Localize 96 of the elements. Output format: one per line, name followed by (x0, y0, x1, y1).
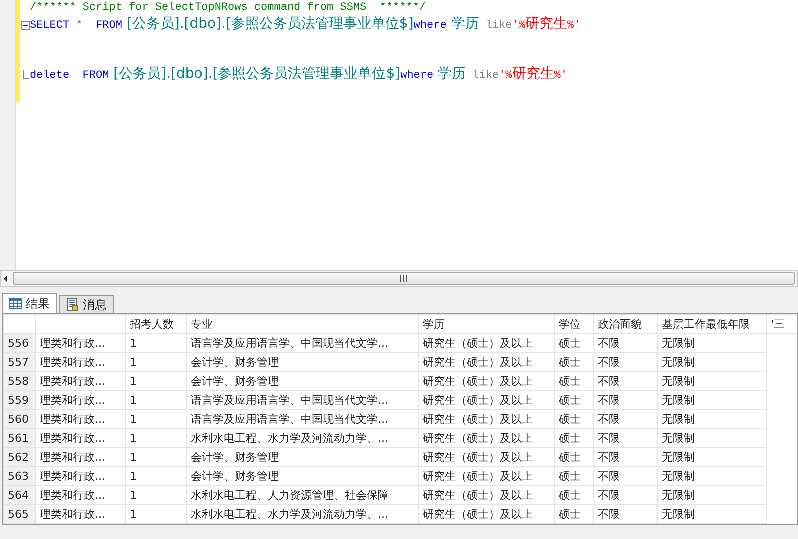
table-cell: 不限 (594, 410, 658, 428)
table-cell: 理类和行政... (36, 428, 126, 448)
table-cell: 硕士 (554, 486, 594, 504)
table-cell: 不限 (594, 504, 658, 524)
table-cell: 研究生（硕士）及以上 (418, 428, 554, 448)
table-cell: 研究生（硕士）及以上 (418, 448, 554, 466)
table-cell: 不限 (594, 390, 658, 410)
table-cell: 水利水电工程、水力学及河流动力学、... (186, 504, 418, 524)
row-number[interactable]: 561 (4, 428, 36, 448)
table-cell: 硕士 (554, 466, 594, 486)
table-cell: 水利水电工程、水力学及河流动力学、... (186, 428, 418, 448)
table-cell: 硕士 (554, 334, 594, 352)
table-cell: 研究生（硕士）及以上 (418, 504, 554, 524)
table-cell: 硕士 (554, 410, 594, 428)
result-tab[interactable]: 消息 (59, 295, 114, 313)
column-header[interactable]: 专业 (186, 314, 418, 334)
code-line: SELECT * FROM [公务员].[dbo].[参照公务员法管理事业单位$]where 学历 like'%研究生%' (30, 15, 581, 34)
table-cell: 1 (126, 504, 186, 524)
table-cell: 1 (126, 372, 186, 390)
table-cell: 会计学、财务管理 (186, 466, 418, 486)
table-cell: 会计学、财务管理 (186, 448, 418, 466)
table-cell: 理类和行政... (36, 486, 126, 504)
row-number[interactable]: 565 (4, 504, 36, 524)
table-cell: 研究生（硕士）及以上 (418, 486, 554, 504)
table-cell: 理类和行政... (36, 372, 126, 390)
table-cell: 无限制 (658, 428, 766, 448)
column-header[interactable]: 招考人数 (126, 314, 186, 334)
table-cell: 1 (126, 410, 186, 428)
table-cell: 理类和行政... (36, 448, 126, 466)
table-cell: 不限 (594, 334, 658, 352)
table-cell: 无限制 (658, 410, 766, 428)
table-cell: 无限制 (658, 486, 766, 504)
row-number[interactable]: 559 (4, 390, 36, 410)
table-cell: 会计学、财务管理 (186, 352, 418, 372)
table-cell: 无限制 (658, 448, 766, 466)
table-cell: 不限 (594, 486, 658, 504)
table-cell: 不限 (594, 466, 658, 486)
table-cell: 1 (126, 352, 186, 372)
table-cell: 硕士 (554, 428, 594, 448)
table-cell: 无限制 (658, 352, 766, 372)
table-cell: 1 (126, 486, 186, 504)
column-header[interactable]: 学位 (554, 314, 594, 334)
row-number[interactable]: 564 (4, 486, 36, 504)
column-header[interactable]: '三 (766, 314, 797, 334)
column-header[interactable]: 学历 (418, 314, 554, 334)
table-cell: 无限制 (658, 372, 766, 390)
table-cell: 1 (126, 428, 186, 448)
table-cell: 不限 (594, 372, 658, 390)
table-cell: 1 (126, 448, 186, 466)
table-cell: 1 (126, 390, 186, 410)
fold-end-icon (22, 70, 28, 80)
result-tab[interactable]: 结果 (2, 293, 57, 313)
table-cell: 无限制 (658, 334, 766, 352)
table-cell: 语言学及应用语言学、中国现当代文学... (186, 410, 418, 428)
table-cell: 理类和行政... (36, 334, 126, 352)
table-cell: 语言学及应用语言学、中国现当代文学... (186, 334, 418, 352)
table-cell: 理类和行政... (36, 410, 126, 428)
table-cell: 硕士 (554, 448, 594, 466)
row-number[interactable]: 563 (4, 466, 36, 486)
table-cell: 理类和行政... (36, 352, 126, 372)
table-cell: 1 (126, 466, 186, 486)
table-cell: 水利水电工程、人力资源管理、社会保障 (186, 486, 418, 504)
table-cell: 研究生（硕士）及以上 (418, 390, 554, 410)
code-line: /****** Script for SelectTopNRows command from SSMS ******/ (30, 2, 426, 14)
table-cell: 1 (126, 334, 186, 352)
row-number[interactable]: 557 (4, 352, 36, 372)
table-cell: 不限 (594, 428, 658, 448)
row-number[interactable]: 560 (4, 410, 36, 428)
document-icon (66, 298, 79, 311)
table-cell: 研究生（硕士）及以上 (418, 466, 554, 486)
table-cell: 硕士 (554, 372, 594, 390)
table-cell: 无限制 (658, 390, 766, 410)
table-cell: 理类和行政... (36, 390, 126, 410)
table-cell: 无限制 (658, 504, 766, 524)
grid-icon (9, 298, 22, 309)
table-cell: 会计学、财务管理 (186, 372, 418, 390)
table-cell: 理类和行政... (36, 504, 126, 524)
row-number[interactable]: 558 (4, 372, 36, 390)
table-cell: 研究生（硕士）及以上 (418, 352, 554, 372)
table-cell: 理类和行政... (36, 466, 126, 486)
collapse-icon[interactable] (20, 20, 30, 30)
table-cell: 硕士 (554, 504, 594, 524)
table-cell: 无限制 (658, 466, 766, 486)
table-cell: 不限 (594, 352, 658, 372)
table-cell: 不限 (594, 448, 658, 466)
table-cell: 研究生（硕士）及以上 (418, 410, 554, 428)
row-number[interactable]: 562 (4, 448, 36, 466)
code-line: delete FROM [公务员].[dbo].[参照公务员法管理事业单位$]where 学历 like'%研究生%' (30, 65, 568, 84)
column-header[interactable]: 基层工作最低年限 (658, 314, 766, 334)
column-header[interactable]: 政治面貌 (594, 314, 658, 334)
table-cell: 研究生（硕士）及以上 (418, 334, 554, 352)
table-cell: 硕士 (554, 390, 594, 410)
table-cell: 语言学及应用语言学、中国现当代文学... (186, 390, 418, 410)
table-cell: 研究生（硕士）及以上 (418, 372, 554, 390)
table-cell: 硕士 (554, 352, 594, 372)
row-number[interactable]: 556 (4, 334, 36, 352)
